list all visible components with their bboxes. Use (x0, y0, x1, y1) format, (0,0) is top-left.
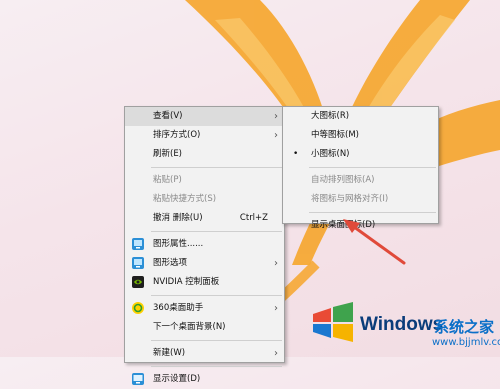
menu-item-label: NVIDIA 控制面板 (153, 277, 220, 287)
menu-item-label: 显示桌面图标(D) (311, 220, 376, 230)
windows-logo-icon (313, 302, 353, 342)
chevron-right-icon: › (274, 303, 278, 314)
menu-item-label: 大图标(R) (311, 111, 350, 121)
menu-item-refresh[interactable]: 刷新(E) (125, 145, 284, 164)
menu-item-view[interactable]: 查看(V) › (125, 107, 284, 126)
chevron-right-icon: › (274, 111, 278, 122)
menu-separator (151, 295, 282, 296)
menu-item-label: 将图标与网格对齐(I) (311, 194, 389, 204)
menu-item-label: 小图标(N) (311, 149, 350, 159)
menu-item-label: 粘贴快捷方式(S) (153, 194, 217, 204)
menu-item-undo-delete[interactable]: 撤消 删除(U) Ctrl+Z (125, 209, 284, 228)
graphics-options-icon (132, 257, 144, 269)
watermark-subtitle: 系统之家 (434, 318, 495, 336)
menu-item-label: 查看(V) (153, 111, 183, 121)
chevron-right-icon: › (274, 130, 278, 141)
360-assistant-icon (132, 302, 144, 314)
menu-item-sort-by[interactable]: 排序方式(O) › (125, 126, 284, 145)
submenu-item-small-icons[interactable]: • 小图标(N) (283, 145, 438, 164)
menu-item-nvidia-control-panel[interactable]: NVIDIA 控制面板 (125, 273, 284, 292)
menu-item-label: 自动排列图标(A) (311, 175, 375, 185)
nvidia-icon (132, 276, 144, 288)
menu-item-label: 撤消 删除(U) (153, 213, 203, 223)
site-watermark: Windows 系统之家 www.bjjmlv.com (304, 296, 500, 357)
watermark-url: www.bjjmlv.com (432, 337, 500, 348)
menu-item-graphics-options[interactable]: 图形选项 › (125, 254, 284, 273)
menu-separator (151, 231, 282, 232)
menu-item-display-settings[interactable]: 显示设置(D) (125, 370, 284, 389)
menu-separator (151, 340, 282, 341)
desktop-context-menu: 查看(V) › 排序方式(O) › 刷新(E) 粘贴(P) 粘贴快捷方式(S) … (124, 106, 285, 385)
chevron-right-icon: › (274, 348, 278, 359)
display-settings-icon (132, 373, 144, 385)
selected-bullet-icon: • (293, 149, 299, 159)
menu-separator (151, 167, 282, 168)
menu-item-paste: 粘贴(P) (125, 171, 284, 190)
submenu-item-show-desktop-icons[interactable]: 显示桌面图标(D) (283, 216, 438, 235)
menu-item-label: 中等图标(M) (311, 130, 359, 140)
menu-item-new[interactable]: 新建(W) › (125, 344, 284, 363)
menu-item-graphics-properties[interactable]: 图形属性...... (125, 235, 284, 254)
menu-item-label: 下一个桌面背景(N) (153, 322, 226, 332)
chevron-right-icon: › (274, 258, 278, 269)
menu-item-next-desktop-background[interactable]: 下一个桌面背景(N) (125, 318, 284, 337)
menu-item-label: 刷新(E) (153, 149, 183, 159)
submenu-item-auto-arrange: 自动排列图标(A) (283, 171, 438, 190)
menu-item-label: 图形选项 (153, 258, 188, 268)
menu-separator (151, 366, 282, 367)
submenu-item-large-icons[interactable]: 大图标(R) (283, 107, 438, 126)
menu-item-paste-shortcut: 粘贴快捷方式(S) (125, 190, 284, 209)
menu-item-label: 显示设置(D) (153, 374, 201, 384)
menu-item-label: 新建(W) (153, 348, 186, 358)
menu-item-label: 排序方式(O) (153, 130, 201, 140)
view-submenu: 大图标(R) 中等图标(M) • 小图标(N) 自动排列图标(A) 将图标与网格… (282, 106, 439, 230)
menu-item-shortcut: Ctrl+Z (239, 213, 268, 223)
menu-item-label: 360桌面助手 (153, 303, 204, 313)
submenu-item-medium-icons[interactable]: 中等图标(M) (283, 126, 438, 145)
menu-separator (309, 212, 436, 213)
menu-item-360-desktop-assistant[interactable]: 360桌面助手 › (125, 299, 284, 318)
watermark-title: Windows (360, 314, 444, 335)
menu-item-label: 图形属性...... (153, 239, 204, 249)
submenu-item-align-to-grid: 将图标与网格对齐(I) (283, 190, 438, 209)
menu-item-label: 粘贴(P) (153, 175, 182, 185)
menu-separator (309, 167, 436, 168)
graphics-properties-icon (132, 238, 144, 250)
